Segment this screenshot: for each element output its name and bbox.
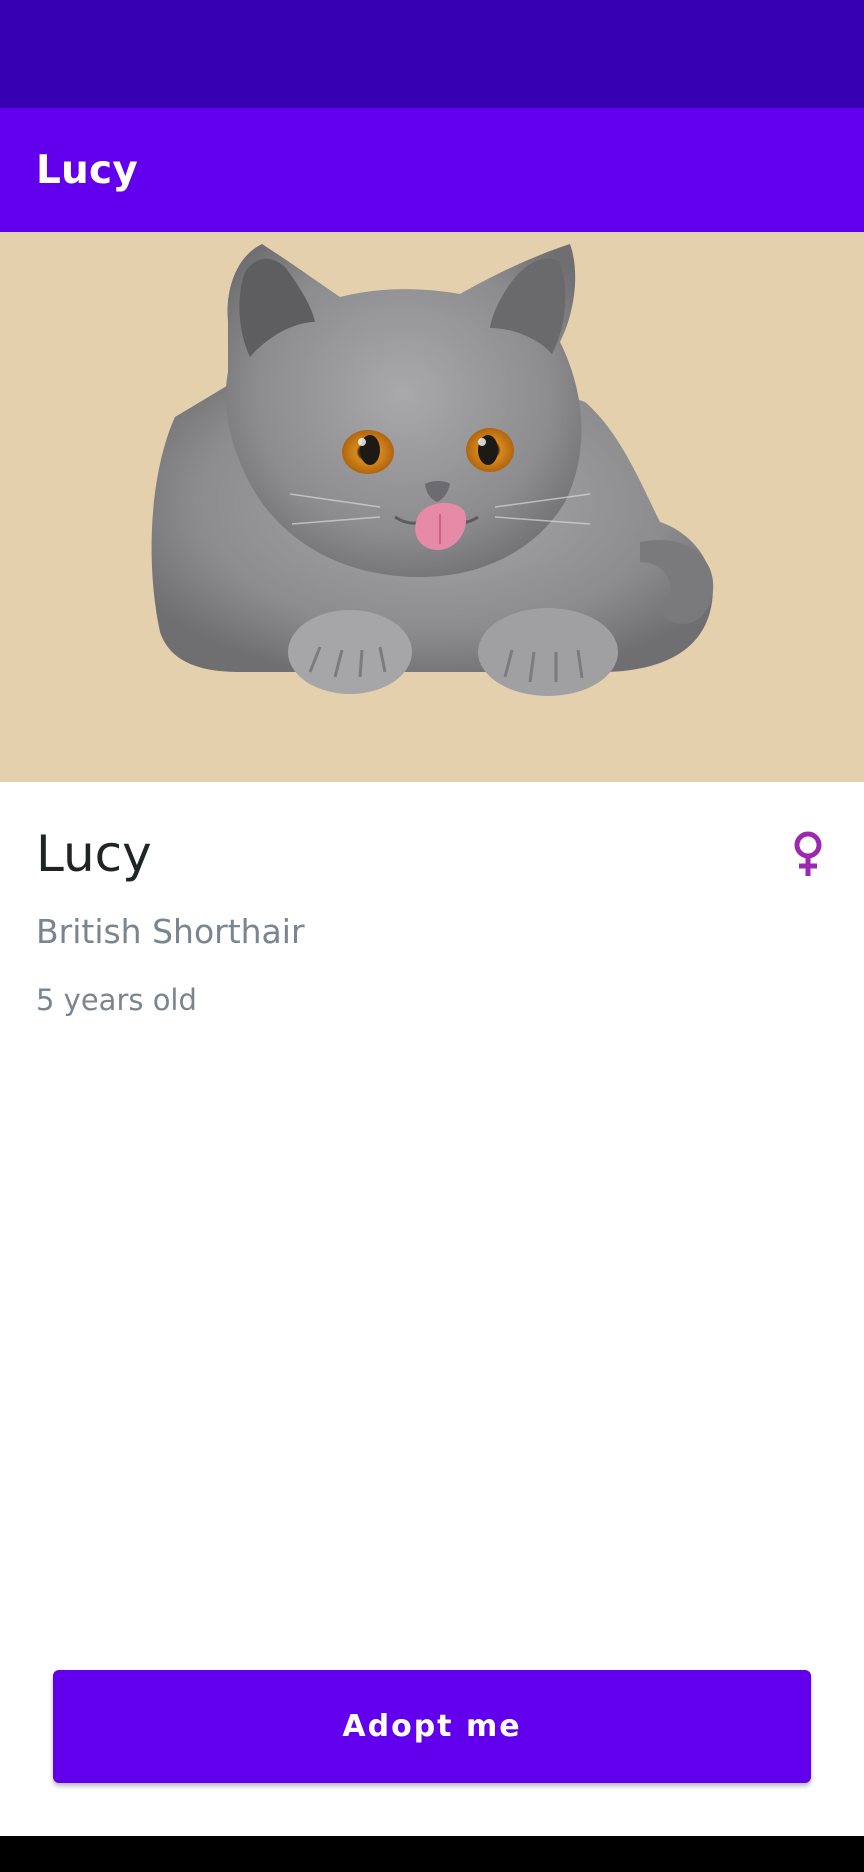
cat-illustration bbox=[151, 244, 714, 696]
pet-breed: British Shorthair bbox=[36, 912, 305, 951]
app-bar-title: Lucy bbox=[36, 147, 138, 193]
female-icon bbox=[794, 831, 822, 876]
pet-name: Lucy bbox=[36, 825, 152, 883]
app-bar: Lucy bbox=[0, 108, 864, 232]
status-bar bbox=[0, 0, 864, 108]
pet-photo bbox=[0, 232, 864, 782]
pet-age: 5 years old bbox=[36, 983, 197, 1017]
adopt-button-label: Adopt me bbox=[342, 1709, 522, 1744]
navigation-bar bbox=[0, 1836, 864, 1872]
adopt-button[interactable]: Adopt me bbox=[53, 1670, 811, 1783]
